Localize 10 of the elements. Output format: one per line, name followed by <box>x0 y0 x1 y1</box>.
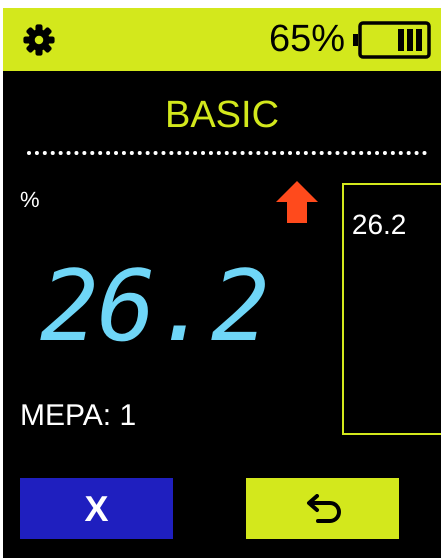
history-value: 26.2 <box>352 209 408 241</box>
settings-icon[interactable] <box>22 22 56 56</box>
close-button[interactable]: X <box>20 478 173 539</box>
battery-icon <box>353 20 431 58</box>
reading-value: 26.2 <box>40 257 268 357</box>
measure-label: MEPA: 1 <box>20 399 136 433</box>
unit-label: % <box>20 187 40 213</box>
back-button[interactable] <box>246 478 399 539</box>
battery-percent: 65% <box>268 18 345 61</box>
mode-title: BASIC <box>164 93 280 137</box>
